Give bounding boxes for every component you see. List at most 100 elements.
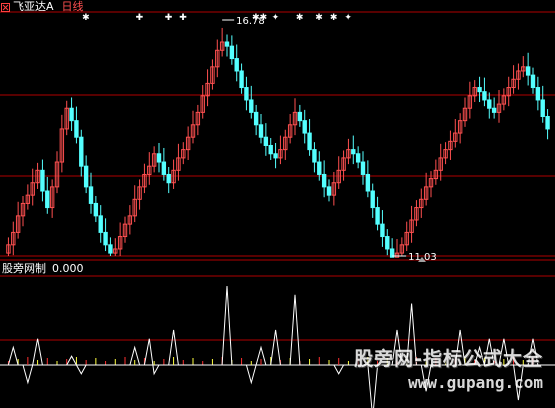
- candle: [64, 100, 69, 136]
- indicator-series: [7, 285, 539, 408]
- candle: [511, 65, 516, 94]
- candle: [25, 184, 31, 210]
- candle: [467, 81, 473, 119]
- candle: [132, 185, 137, 223]
- signal-mark: ✚: [179, 13, 187, 23]
- chart-canvas[interactable]: ✱ ✚ ✚ ✚ ✱✱ ✦ ✱ ✱ ✱ ✦ 16.7811.03: [0, 0, 555, 408]
- period-label[interactable]: 日线: [62, 0, 84, 14]
- candle-body: [491, 107, 497, 113]
- candle: [419, 188, 424, 218]
- candle-body: [224, 41, 230, 47]
- candle: [40, 159, 45, 202]
- candle-body: [239, 70, 244, 89]
- candle: [491, 97, 497, 119]
- candle: [273, 143, 278, 169]
- candle-body: [244, 87, 249, 101]
- indicator-line: [7, 285, 539, 408]
- candle: [195, 104, 201, 136]
- candle-body: [477, 87, 482, 93]
- candle: [49, 179, 55, 218]
- high-price-label: 16.78: [236, 16, 265, 27]
- candle: [210, 59, 215, 90]
- signal-mark: ✱: [330, 13, 338, 23]
- candle: [530, 67, 536, 94]
- close-icon[interactable]: [1, 2, 10, 12]
- candle-body: [370, 190, 375, 209]
- candle-body: [530, 74, 536, 89]
- signal-mark: ✱: [82, 13, 90, 23]
- candle: [477, 76, 482, 103]
- candle: [525, 52, 531, 86]
- candle-body: [365, 173, 371, 192]
- candle: [147, 152, 152, 185]
- candle-body: [229, 45, 235, 60]
- candle: [545, 109, 550, 140]
- candle-body: [253, 111, 259, 126]
- candle: [326, 179, 332, 202]
- candle: [414, 200, 419, 227]
- candle: [462, 97, 468, 127]
- candle: [113, 238, 118, 256]
- candle: [200, 85, 205, 119]
- signal-mark: ✦: [272, 13, 280, 23]
- candle-body: [161, 161, 167, 175]
- candle: [219, 27, 225, 57]
- candle: [190, 110, 196, 144]
- candle-body: [268, 144, 273, 155]
- candle: [287, 114, 293, 144]
- candle: [69, 97, 74, 131]
- candle-body: [108, 244, 113, 254]
- indicator-title-bar: 股旁网制 0.000: [2, 262, 84, 276]
- candle: [409, 205, 414, 243]
- candle: [74, 106, 79, 144]
- candle: [375, 196, 380, 231]
- stock-chart-window[interactable]: ✱ ✚ ✚ ✚ ✱✱ ✦ ✱ ✱ ✱ ✦ 16.78 11.03 飞亚达A 日线 股旁网制 0.000…: [0, 0, 555, 408]
- candle: [292, 98, 298, 136]
- candle: [224, 34, 230, 57]
- candle: [83, 155, 89, 194]
- candle: [244, 76, 249, 111]
- candle: [11, 221, 16, 256]
- candle: [181, 142, 186, 165]
- candle-body: [83, 165, 89, 188]
- candle-body: [535, 87, 541, 101]
- candle: [355, 146, 361, 169]
- candle: [331, 171, 337, 206]
- candle: [302, 109, 307, 144]
- signal-mark: ✦: [344, 13, 352, 23]
- candle: [45, 176, 50, 214]
- candle: [151, 146, 157, 173]
- stock-name: 飞亚达A: [13, 0, 54, 13]
- candle-body: [79, 136, 84, 167]
- candle-body: [45, 190, 50, 209]
- signal-mark: ✚: [165, 13, 173, 23]
- candle: [346, 138, 351, 165]
- candle-body: [273, 153, 278, 159]
- candle-body: [166, 173, 171, 184]
- candle-body: [375, 207, 380, 225]
- candle-body: [258, 124, 264, 138]
- candle: [205, 69, 210, 107]
- candle: [93, 195, 99, 223]
- candle: [472, 80, 477, 103]
- indicator-name[interactable]: 股旁网制: [2, 262, 46, 275]
- candle-body: [321, 173, 327, 188]
- candle-body: [40, 169, 45, 192]
- candle-body: [355, 153, 361, 163]
- indicator-value: 0.000: [52, 262, 84, 275]
- price-annotations: 16.7811.03: [222, 16, 437, 263]
- candle: [540, 85, 545, 123]
- candle: [404, 221, 409, 252]
- signal-marks: ✱ ✚ ✚ ✚ ✱✱ ✦ ✱ ✱ ✱ ✦: [82, 13, 352, 23]
- candle: [307, 118, 312, 156]
- candle: [108, 237, 113, 256]
- signal-mark: ✱: [315, 13, 323, 23]
- candle: [156, 143, 162, 173]
- candle: [389, 238, 395, 258]
- candle: [88, 172, 94, 214]
- candle: [394, 239, 400, 258]
- candle: [268, 138, 273, 160]
- candle-body: [69, 107, 74, 122]
- candle-body: [93, 202, 99, 217]
- candle: [423, 172, 429, 206]
